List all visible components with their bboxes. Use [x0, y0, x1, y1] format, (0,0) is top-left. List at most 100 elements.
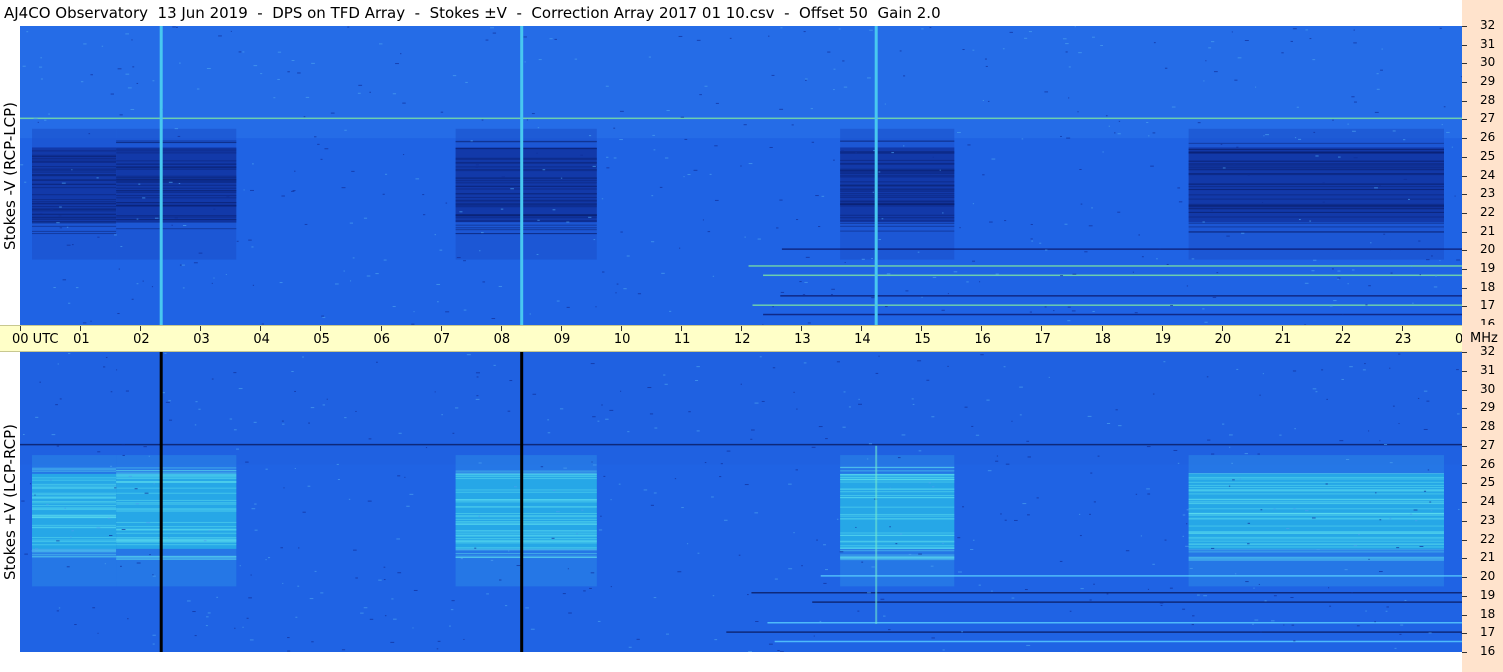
noise [926, 379, 930, 381]
stripe [455, 215, 597, 217]
noise [476, 376, 479, 378]
noise [613, 157, 617, 159]
freq-tick [1462, 408, 1467, 410]
noise [90, 320, 92, 322]
noise [779, 199, 783, 201]
noise [772, 306, 774, 308]
noise [392, 93, 397, 95]
noise [39, 212, 43, 214]
noise [957, 571, 962, 573]
noise [436, 283, 441, 285]
stripe [32, 213, 117, 215]
noise [889, 526, 891, 528]
stripe [32, 225, 117, 227]
noise [813, 635, 815, 637]
noise [1379, 519, 1382, 521]
noise [531, 113, 535, 115]
stripe [840, 201, 955, 203]
noise [498, 285, 503, 287]
noise [347, 26, 350, 28]
noise [287, 71, 290, 73]
noise [750, 429, 755, 431]
noise [1353, 29, 1355, 31]
noise [114, 487, 117, 489]
noise [479, 250, 481, 252]
noise [1080, 203, 1083, 205]
noise [917, 360, 922, 362]
noise [1152, 563, 1155, 565]
stripe [1188, 557, 1444, 559]
freq-tick [1462, 175, 1467, 177]
noise [152, 643, 155, 645]
noise [1216, 272, 1219, 274]
noise [768, 643, 773, 645]
vertical-line-0 [159, 352, 163, 652]
stripe [1188, 163, 1444, 165]
noise [848, 406, 851, 408]
noise [712, 595, 715, 597]
stripe [1188, 142, 1444, 144]
time-tick [440, 326, 442, 331]
noise [298, 547, 300, 549]
noise [1443, 106, 1446, 108]
noise [1292, 28, 1297, 30]
noise [1353, 157, 1358, 159]
noise [1071, 310, 1076, 312]
noise [942, 542, 944, 544]
time-tick [1341, 326, 1343, 331]
time-tick [140, 326, 142, 331]
stripe [32, 548, 117, 550]
noise [366, 275, 371, 277]
noise [513, 486, 517, 488]
noise [104, 563, 106, 565]
noise [825, 438, 828, 440]
noise [939, 169, 941, 171]
time-tick-label: 08 [493, 332, 511, 347]
noise [334, 283, 339, 285]
noise [1177, 462, 1180, 464]
stripe [1188, 508, 1444, 510]
noise [1004, 220, 1007, 222]
noise [122, 454, 125, 456]
noise [239, 565, 241, 567]
freq-tick [1462, 44, 1467, 46]
noise [1427, 469, 1430, 471]
noise [1208, 47, 1212, 49]
noise [803, 362, 807, 364]
freq-tick [1462, 268, 1467, 270]
noise [130, 109, 135, 111]
noise [957, 131, 961, 133]
noise [696, 366, 700, 368]
freq-tick [1462, 633, 1467, 635]
noise [1333, 300, 1337, 302]
noise [804, 281, 808, 283]
noise [1376, 73, 1379, 75]
noise [1247, 522, 1251, 524]
noise [653, 149, 656, 151]
time-tick-label: 19 [1154, 332, 1172, 347]
stripe [840, 534, 955, 536]
noise [1097, 455, 1100, 457]
stripe [32, 539, 117, 541]
noise [556, 300, 560, 302]
stripe [116, 228, 237, 230]
stripe [840, 217, 955, 219]
stripe [32, 507, 117, 509]
noise [344, 417, 347, 419]
noise [445, 202, 448, 204]
noise [1028, 31, 1032, 33]
noise [1164, 539, 1167, 541]
noise [1403, 139, 1406, 141]
noise [738, 554, 741, 556]
stripe [32, 553, 117, 555]
noise [525, 607, 529, 609]
noise [1044, 249, 1048, 251]
noise [1002, 48, 1005, 50]
noise [1400, 624, 1404, 626]
noise [1353, 42, 1357, 44]
stripe [840, 188, 955, 190]
stripe [840, 481, 955, 483]
noise [932, 276, 937, 278]
noise [547, 432, 551, 434]
noise [552, 209, 556, 211]
